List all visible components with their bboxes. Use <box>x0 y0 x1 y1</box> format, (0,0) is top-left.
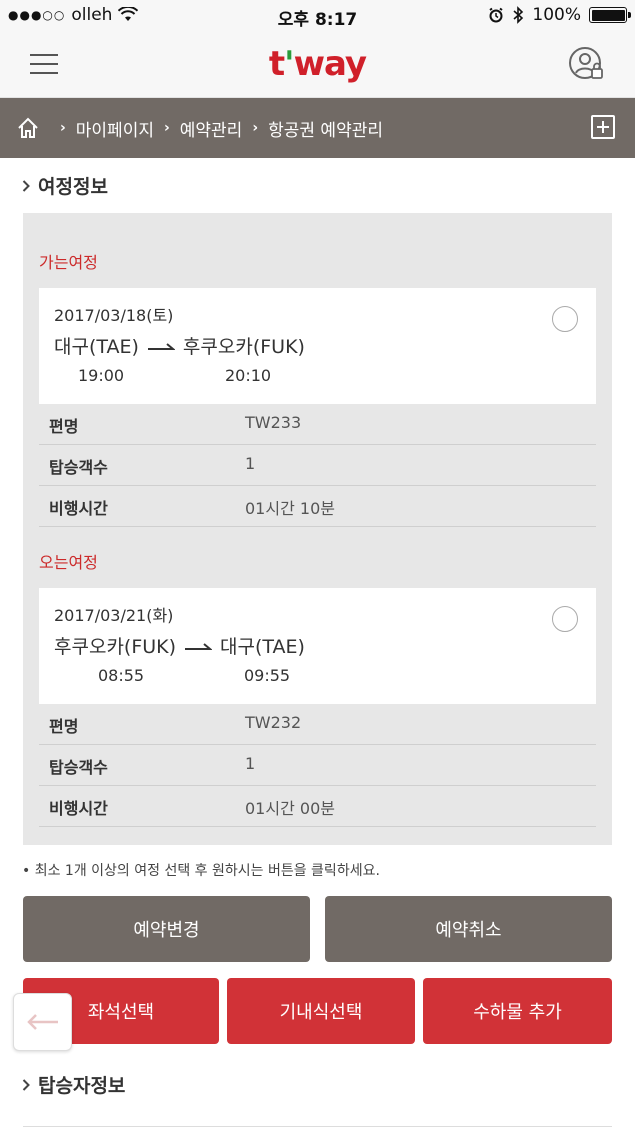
breadcrumb-mypage[interactable]: 마이페이지 <box>76 116 154 141</box>
status-right: 100% <box>488 5 631 25</box>
itinerary-section-title[interactable]: 여정정보 <box>22 172 108 199</box>
divider <box>23 1126 612 1127</box>
inbound-date: 2017/03/21(화) <box>54 606 174 625</box>
outbound-to: 후쿠오카(FUK) <box>182 336 305 358</box>
plus-icon[interactable] <box>591 115 615 139</box>
breadcrumb-ticket-reservation[interactable]: 항공권 예약관리 <box>268 116 383 141</box>
add-baggage-button[interactable]: 수하물 추가 <box>423 978 612 1044</box>
outbound-passenger-count-row: 탑승객수 1 <box>39 445 596 486</box>
chevron-right-icon <box>22 179 30 192</box>
outbound-flight-card[interactable]: 2017/03/18(토) 대구(TAE) 후쿠오카(FUK) 19:00 20… <box>39 288 596 404</box>
tway-logo[interactable]: t'way <box>0 44 635 84</box>
itinerary-panel: 가는여정 2017/03/18(토) 대구(TAE) 후쿠오카(FUK) 19:… <box>23 213 612 845</box>
home-icon[interactable] <box>16 116 40 140</box>
outbound-select-radio[interactable] <box>552 306 578 332</box>
inbound-from: 후쿠오카(FUK) <box>54 636 177 658</box>
inbound-depart-time: 08:55 <box>98 666 145 685</box>
inbound-select-radio[interactable] <box>552 606 578 632</box>
outbound-duration-row: 비행시간 01시간 10분 <box>39 486 596 527</box>
passenger-section-title[interactable]: 탑승자정보 <box>22 1071 125 1098</box>
outbound-flight-number-row: 편명 TW233 <box>39 404 596 445</box>
outbound-date: 2017/03/18(토) <box>54 306 174 325</box>
arrow-left-icon <box>26 1014 58 1030</box>
alarm-icon <box>489 7 503 23</box>
outbound-arrive-time: 20:10 <box>225 366 272 385</box>
breadcrumb-reservation[interactable]: 예약관리 <box>180 116 243 141</box>
status-bar: ●●●○○ olleh 오후 8:17 100% <box>0 0 635 32</box>
inbound-flight-card[interactable]: 2017/03/21(화) 후쿠오카(FUK) 대구(TAE) 08:55 09… <box>39 588 596 704</box>
back-button[interactable] <box>13 993 72 1051</box>
inbound-arrive-time: 09:55 <box>244 666 291 685</box>
inbound-to: 대구(TAE) <box>220 636 305 658</box>
inbound-passenger-count-row: 탑승객수 1 <box>39 745 596 786</box>
arrow-right-icon <box>147 342 175 350</box>
outbound-depart-time: 19:00 <box>78 366 125 385</box>
inbound-flight-number-row: 편명 TW232 <box>39 704 596 745</box>
battery-percent: 100% <box>532 5 581 25</box>
chevron-right-icon: › <box>252 120 259 136</box>
arrow-right-icon <box>185 642 213 650</box>
inbound-duration-row: 비행시간 01시간 00분 <box>39 786 596 827</box>
change-reservation-button[interactable]: 예약변경 <box>23 896 310 962</box>
cancel-reservation-button[interactable]: 예약취소 <box>325 896 612 962</box>
inbound-label: 오는여정 <box>39 553 98 572</box>
meal-selection-button[interactable]: 기내식선택 <box>227 978 415 1044</box>
chevron-right-icon: › <box>163 120 170 136</box>
app-header: t'way <box>0 32 635 98</box>
battery-icon <box>589 7 631 23</box>
outbound-from: 대구(TAE) <box>54 336 139 358</box>
bluetooth-icon <box>513 6 524 24</box>
inbound-route: 후쿠오카(FUK) 대구(TAE) <box>54 632 305 659</box>
user-lock-icon[interactable] <box>569 46 605 82</box>
chevron-right-icon <box>22 1078 30 1091</box>
outbound-route: 대구(TAE) 후쿠오카(FUK) <box>54 332 305 359</box>
selection-notice: • 최소 1개 이상의 여정 선택 후 원하시는 버튼을 클릭하세요. <box>22 863 380 879</box>
outbound-label: 가는여정 <box>39 253 98 272</box>
chevron-right-icon: › <box>60 120 66 136</box>
breadcrumb: › 마이페이지 › 예약관리 › 항공권 예약관리 <box>0 98 635 158</box>
